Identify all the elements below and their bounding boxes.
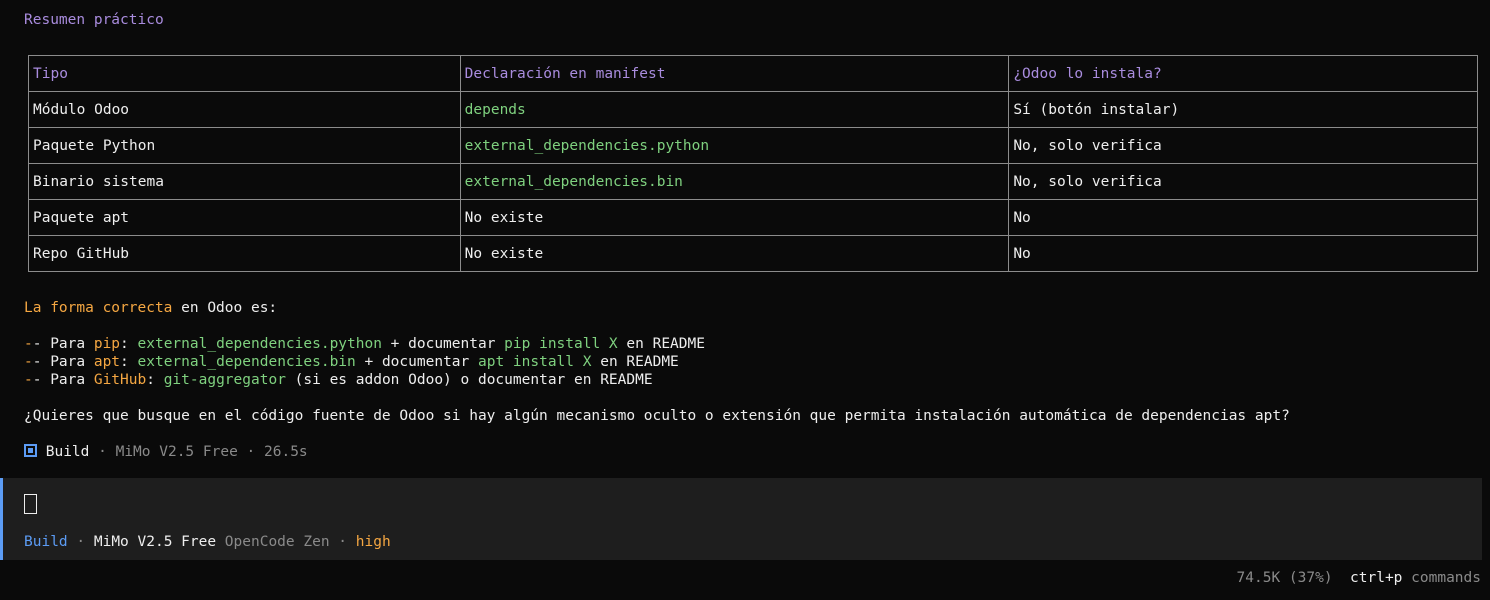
bullet-pip: -- Para pip: external_dependencies.pytho… (24, 335, 705, 353)
build-separator: · (89, 444, 116, 460)
intro-line: La forma correcta en Odoo es: (24, 299, 277, 317)
bullet-key: GitHub (93, 372, 147, 388)
bullet-dash: - (24, 354, 33, 370)
bullet-prefix: - Para (32, 336, 94, 352)
bullet-dash: - (24, 372, 33, 388)
build-separator: · (237, 444, 265, 460)
summary-table: Tipo Declaración en manifest ¿Odoo lo in… (28, 55, 1478, 272)
table-cell-tipo: Paquete Python (28, 127, 461, 164)
bullet-colon: : (120, 354, 138, 370)
table-cell-declaracion: external_dependencies.bin (459, 163, 1010, 200)
bullet-github: -- Para GitHub: git-aggregator (si es ad… (24, 371, 653, 389)
footer-bar: 74.5K (37%) ctrl+p commands (1237, 569, 1481, 587)
bullet-key: apt (93, 354, 121, 370)
section-title: Resumen práctico (24, 12, 164, 28)
table-cell-tipo: Binario sistema (28, 163, 461, 200)
shortcut-label[interactable]: commands (1411, 570, 1481, 586)
table-cell-declaracion: No existe (459, 235, 1010, 272)
build-time: 26.5s (264, 444, 308, 460)
bullet-colon: : (146, 372, 164, 388)
bullet-mid: + documentar (355, 354, 478, 370)
bullet-code: git-aggregator (163, 372, 286, 388)
build-square-icon (24, 444, 37, 457)
bullet-colon: : (120, 336, 138, 352)
prompt-input-panel[interactable]: Build · MiMo V2.5 Free OpenCode Zen · hi… (0, 478, 1482, 560)
build-info: Build · MiMo V2.5 Free · 26.5s (24, 443, 308, 461)
bullet-mid: (si es addon Odoo) o documentar en READM… (285, 372, 653, 388)
status-separator: · (67, 534, 94, 550)
build-label: Build (45, 444, 90, 460)
shortcut-key: ctrl+p (1350, 570, 1403, 586)
table-cell-instala: No, solo verifica (1008, 163, 1478, 200)
bullet-prefix: - Para (32, 372, 94, 388)
table-cell-tipo: Repo GitHub (28, 235, 461, 272)
table-cell-instala: No (1008, 235, 1478, 272)
text-cursor[interactable] (24, 494, 37, 514)
bullet-tail: en README (617, 336, 705, 352)
mode-label[interactable]: Build (24, 534, 68, 550)
bullet-apt: -- Para apt: external_dependencies.bin +… (24, 353, 679, 371)
bullet-prefix: - Para (32, 354, 94, 370)
bullet-cmd: pip install X (504, 336, 618, 352)
status-separator: · (329, 534, 356, 550)
bullet-mid: + documentar (381, 336, 505, 352)
table-row: Binario sistema external_dependencies.bi… (28, 163, 1478, 200)
intro-highlight: La forma correcta (24, 300, 173, 316)
table-cell-tipo: Módulo Odoo (28, 91, 461, 128)
table-cell-declaracion: No existe (459, 199, 1010, 236)
bullet-cmd: apt install X (477, 354, 592, 370)
effort-level[interactable]: high (356, 534, 391, 550)
bullet-dash: - (24, 336, 33, 352)
bullet-code: external_dependencies.python (137, 336, 382, 352)
token-usage: 74.5K (37%) (1236, 570, 1333, 586)
table-row: Paquete Python external_dependencies.pyt… (28, 127, 1478, 164)
table-cell-instala: No, solo verifica (1008, 127, 1478, 164)
intro-text: en Odoo es: (172, 300, 278, 316)
table-row: Paquete apt No existe No (28, 199, 1478, 236)
bullet-code: external_dependencies.bin (137, 354, 356, 370)
bullet-key: pip (93, 336, 121, 352)
table-cell-declaracion: external_dependencies.python (459, 127, 1010, 164)
table-header-declaracion: Declaración en manifest (459, 55, 1010, 92)
bullet-tail: en README (591, 354, 679, 370)
table-cell-declaracion: depends (459, 91, 1010, 128)
provider-name: OpenCode Zen (216, 534, 330, 550)
input-status-line: Build · MiMo V2.5 Free OpenCode Zen · hi… (24, 533, 391, 551)
table-cell-instala: No (1008, 199, 1478, 236)
question-text: ¿Quieres que busque en el código fuente … (24, 408, 1290, 424)
table-row: Módulo Odoo depends Sí (botón instalar) (28, 91, 1478, 128)
table-cell-tipo: Paquete apt (28, 199, 461, 236)
table-row: Repo GitHub No existe No (28, 235, 1478, 272)
table-header-instala: ¿Odoo lo instala? (1008, 55, 1478, 92)
model-name[interactable]: MiMo V2.5 Free (94, 534, 216, 550)
table-header-row: Tipo Declaración en manifest ¿Odoo lo in… (28, 55, 1478, 92)
build-model: MiMo V2.5 Free (115, 444, 238, 460)
table-cell-instala: Sí (botón instalar) (1008, 91, 1478, 128)
table-header-tipo: Tipo (28, 55, 461, 92)
